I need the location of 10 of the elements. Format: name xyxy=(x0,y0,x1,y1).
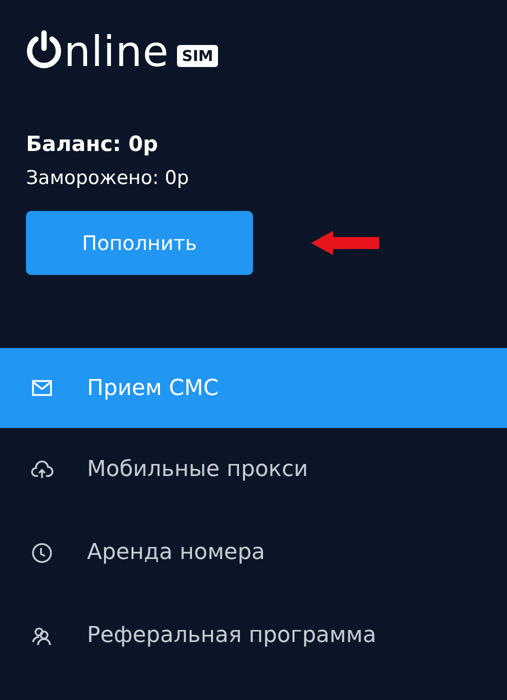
logo-text: nline xyxy=(64,31,169,73)
logo-badge: SIM xyxy=(176,45,218,67)
frozen-balance: Заморожено: 0р xyxy=(26,167,190,189)
power-icon xyxy=(26,30,62,70)
clock-icon xyxy=(30,540,54,564)
arrow-icon xyxy=(311,231,379,255)
menu-item[interactable]: Аренда номера xyxy=(0,511,507,594)
menu-item[interactable]: Мобильные прокси xyxy=(0,428,507,511)
balance-label: Баланс: 0р xyxy=(26,132,160,156)
menu-item[interactable]: Реферальная программа xyxy=(0,594,507,677)
